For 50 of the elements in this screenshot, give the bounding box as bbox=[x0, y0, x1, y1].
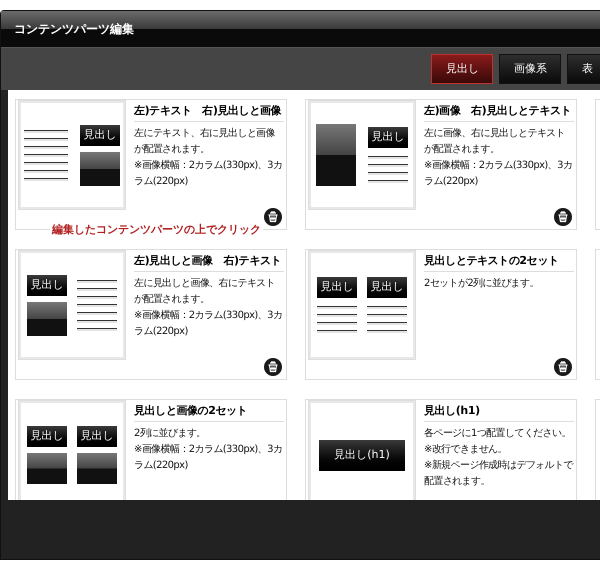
text-lines-icon bbox=[24, 130, 68, 180]
heading-sample: 見出し bbox=[80, 124, 120, 146]
image-sample-icon bbox=[27, 453, 67, 484]
image-sample-icon bbox=[27, 302, 67, 336]
card-description: ※改行できません。 bbox=[424, 443, 508, 457]
heading-sample: 見出し(h1) bbox=[319, 440, 405, 470]
category-tab[interactable]: 表 bbox=[567, 54, 600, 84]
heading-sample: 見出し bbox=[317, 277, 357, 298]
card-description: ※画像横幅：2カラム(330px)、3カラム(220px) bbox=[134, 308, 284, 339]
text-lines-icon bbox=[317, 306, 357, 333]
card-description: ※画像横幅：2カラム(330px)、3カラム(220px) bbox=[424, 158, 574, 189]
heading-sample: 見出し bbox=[77, 426, 117, 447]
heading-sample: 見出し bbox=[367, 277, 407, 298]
card-title: 見出しと画像の2セット bbox=[134, 403, 284, 422]
heading-sample: 見出し bbox=[368, 127, 408, 148]
part-card[interactable]: 見出し(h1) 見出し(h1) 各ページに1つ配置してください。 ※改行できません。 ※新規ページ作成時はデフォルトで配置されます。 bbox=[305, 399, 577, 500]
image-sample-icon bbox=[316, 124, 356, 186]
card-title: 左)画像 右)見出しとテキスト bbox=[424, 103, 574, 122]
trash-icon[interactable] bbox=[554, 358, 572, 376]
text-lines-icon bbox=[77, 280, 117, 330]
card-title: 左)見出しと画像 右)テキスト bbox=[134, 253, 284, 272]
image-sample-icon bbox=[77, 453, 117, 484]
category-tab[interactable]: 見出し bbox=[431, 54, 493, 84]
card-description: ※画像横幅：2カラム(330px)、3カラム(220px) bbox=[134, 158, 284, 189]
card-title: 見出しとテキストの2セット bbox=[424, 253, 574, 272]
trash-icon[interactable] bbox=[264, 208, 282, 226]
part-card[interactable]: 見出し 左)見出しと画像 右)テキスト 左に見出しと画像、右にテキストが配置されます。 ※画像横幅：2カラム(330px)、3カラム(220px) bbox=[15, 249, 287, 380]
card-description: 左に画像、右に見出しとテキストが配置されます。 bbox=[424, 126, 566, 157]
card-title: 左)テキスト 右)見出しと画像 bbox=[134, 103, 284, 122]
heading-sample: 見出し bbox=[27, 426, 67, 447]
image-sample-icon bbox=[80, 152, 120, 186]
card-description: 2セットが2列に並びます。 bbox=[424, 277, 540, 291]
part-card[interactable]: 見出し 見出し 見出しと画像の2セット 2列に並びます。 ※画像横幅：2カラム(330px)、3カラム(220px) bbox=[15, 399, 287, 500]
text-lines-icon bbox=[368, 156, 408, 183]
card-description: 2列に並びます。 bbox=[134, 427, 207, 441]
part-card[interactable]: 見出し 見出し 見出しとテキストの2セット 2セットが2列に並びます。 bbox=[305, 249, 577, 380]
heading-sample: 見出し bbox=[27, 274, 67, 296]
click-hint: 編集したコンテンツパーツの上でクリック bbox=[50, 223, 263, 237]
card-title: 見出し(h1) bbox=[424, 403, 574, 422]
card-description: ※新規ページ作成時はデフォルトで配置されます。 bbox=[424, 458, 574, 489]
part-card[interactable]: 見出し 左)画像 右)見出しとテキスト 左に画像、右に見出しとテキストが配置されます。 ※画像横幅：2カラム(330px)、3カラム(220px) bbox=[305, 99, 577, 230]
window-title: コンテンツパーツ編集 bbox=[14, 21, 134, 38]
card-description: ※画像横幅：2カラム(330px)、3カラム(220px) bbox=[134, 442, 284, 473]
trash-icon[interactable] bbox=[554, 208, 572, 226]
category-tab[interactable]: 画像系 bbox=[499, 54, 561, 84]
card-description: 左にテキスト、右に見出しと画像が配置されます。 bbox=[134, 126, 276, 157]
text-lines-icon bbox=[367, 306, 407, 333]
card-description: 左に見出しと画像、右にテキストが配置されます。 bbox=[134, 276, 276, 307]
trash-icon[interactable] bbox=[264, 358, 282, 376]
card-description: 各ページに1つ配置してください。 bbox=[424, 426, 572, 441]
